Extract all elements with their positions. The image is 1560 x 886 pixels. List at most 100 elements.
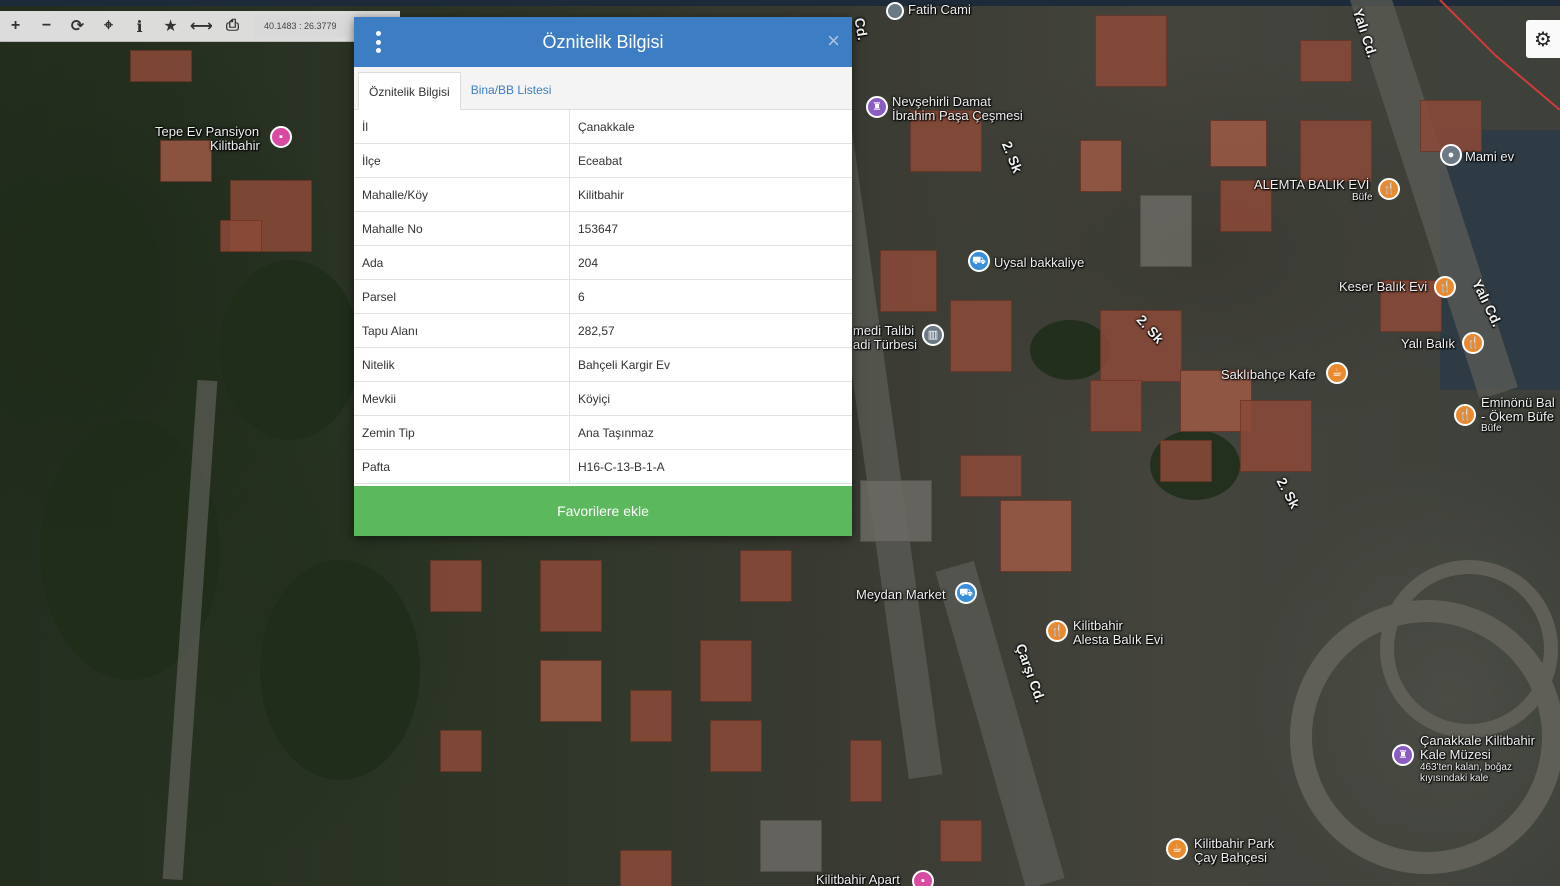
hotel-icon[interactable]: ▪ <box>912 870 934 886</box>
cafe-icon[interactable]: ☕ <box>1166 838 1188 860</box>
attribute-value: 282,57 <box>569 313 852 348</box>
attribute-value: H16-C-13-B-1-A <box>569 449 852 484</box>
poi-sublabel: - Ökem Büfe <box>1481 409 1554 424</box>
mosque-icon[interactable] <box>886 2 904 20</box>
map-building <box>1090 380 1142 432</box>
shopping-cart-icon[interactable]: ⛟ <box>968 250 990 272</box>
info-icon[interactable]: i <box>124 11 155 41</box>
refresh-icon[interactable]: ⟳ <box>62 11 93 41</box>
zoom-in-button[interactable]: + <box>0 11 31 41</box>
monument-icon[interactable]: ♜ <box>866 96 888 118</box>
poi-label[interactable]: Saklıbahçe Kafe <box>1221 368 1316 382</box>
attribute-key: Zemin Tip <box>354 415 570 450</box>
restaurant-icon[interactable]: 🍴 <box>1454 404 1476 426</box>
map-toolbar: + − ⟳ ⌖ i ★ ⟷ ⎙ 40.1483 : 26.3779 <box>0 11 400 42</box>
table-row: Zemin Tip Ana Taşınmaz <box>354 415 852 450</box>
map-building <box>950 300 1012 372</box>
table-row: İlçe Eceabat <box>354 143 852 178</box>
poi-label[interactable]: Eminönü Bal <box>1481 396 1555 410</box>
map-fortress <box>1380 560 1558 738</box>
attribute-dialog: Öznitelik Bilgisi × Öznitelik Bilgisi Bi… <box>354 17 852 536</box>
cafe-icon[interactable]: ☕ <box>1326 362 1348 384</box>
map-building <box>700 640 752 702</box>
map-building <box>160 140 212 182</box>
poi-description: kıyısındaki kale <box>1420 773 1489 784</box>
tab-attributes[interactable]: Öznitelik Bilgisi <box>358 72 461 110</box>
poi-label[interactable]: Tepe Ev Pansiyon <box>155 125 259 139</box>
map-building <box>1140 195 1192 267</box>
attribute-value: 204 <box>569 245 852 280</box>
road-label: 2. Sk <box>998 138 1026 176</box>
restaurant-icon[interactable]: 🍴 <box>1378 178 1400 200</box>
poi-label[interactable]: Kilitbahir Park <box>1194 837 1274 851</box>
attribute-key: İl <box>354 110 570 144</box>
map-building <box>860 480 932 542</box>
poi-label[interactable]: Yalı Balık <box>1401 337 1455 351</box>
poi-label[interactable]: Kilitbahir Apart <box>816 873 900 886</box>
poi-label[interactable]: Çanakkale Kilitbahir <box>1420 734 1535 748</box>
star-icon[interactable]: ★ <box>155 11 186 41</box>
attribute-value: Kilitbahir <box>569 177 852 212</box>
restaurant-icon[interactable]: 🍴 <box>1046 620 1068 642</box>
locate-icon[interactable]: ⌖ <box>93 11 124 41</box>
close-icon[interactable]: × <box>827 30 840 52</box>
poi-label[interactable]: medi Talibi <box>853 324 914 338</box>
measure-icon[interactable]: ⟷ <box>186 11 217 41</box>
map-building <box>1080 140 1122 192</box>
map-building <box>960 455 1022 497</box>
add-favorite-button[interactable]: Favorilere ekle <box>354 486 852 536</box>
map-building <box>740 550 792 602</box>
map-building <box>1300 120 1372 182</box>
map-building <box>1240 400 1312 472</box>
poi-sublabel: Büfe <box>1352 192 1373 203</box>
poi-label[interactable]: ALEMTA BALIK EVİ <box>1254 178 1369 192</box>
map-vegetation <box>1030 320 1110 380</box>
shopping-cart-icon[interactable]: ⛟ <box>955 582 977 604</box>
top-strip <box>0 0 1560 6</box>
dialog-header: Öznitelik Bilgisi × <box>354 17 852 67</box>
road-label: Cd. <box>851 16 872 42</box>
poi-description: 463'ten kalan, boğaz <box>1420 762 1512 773</box>
table-row: Mahalle No 153647 <box>354 211 852 246</box>
poi-label[interactable]: Mami ev <box>1465 150 1514 164</box>
poi-label[interactable]: Kilitbahir <box>1073 619 1123 633</box>
poi-label[interactable]: Nevşehirli Damat <box>892 95 991 109</box>
restaurant-icon[interactable]: 🍴 <box>1462 332 1484 354</box>
tab-building-list[interactable]: Bina/BB Listesi <box>461 71 562 109</box>
attribute-value: Eceabat <box>569 143 852 178</box>
hotel-icon[interactable]: ▪ <box>270 126 292 148</box>
road-label: 2. Sk <box>1273 474 1304 512</box>
coordinate-readout: 40.1483 : 26.3779 <box>254 15 347 37</box>
map-building <box>620 850 672 886</box>
table-row: İl Çanakkale <box>354 110 852 144</box>
table-row: Tapu Alanı 282,57 <box>354 313 852 348</box>
map-building <box>630 690 672 742</box>
kebab-menu-icon[interactable] <box>368 31 388 53</box>
poi-label[interactable]: Meydan Market <box>856 588 946 602</box>
attribute-value: Çanakkale <box>569 110 852 144</box>
dialog-title: Öznitelik Bilgisi <box>542 31 664 52</box>
poi-label[interactable]: Fatih Cami <box>908 3 971 17</box>
attribute-key: Nitelik <box>354 347 570 382</box>
poi-sublabel: Kale Müzesi <box>1420 747 1491 762</box>
road-label: Çarşı Cd. <box>1012 641 1049 705</box>
zoom-out-button[interactable]: − <box>31 11 62 41</box>
tomb-icon[interactable]: ▥ <box>922 324 944 346</box>
gear-icon[interactable]: ⚙ <box>1526 20 1560 58</box>
poi-sublabel: Çay Bahçesi <box>1194 850 1267 865</box>
poi-sublabel: adi Türbesi <box>853 337 918 352</box>
table-row: Nitelik Bahçeli Kargir Ev <box>354 347 852 382</box>
attribute-key: Tapu Alanı <box>354 313 570 348</box>
map-vegetation <box>260 560 420 780</box>
restaurant-icon[interactable]: 🍴 <box>1434 276 1456 298</box>
map-building <box>940 820 982 862</box>
place-icon[interactable]: ● <box>1440 144 1462 166</box>
map-building <box>760 820 822 872</box>
museum-icon[interactable]: ♜ <box>1392 744 1414 766</box>
map-building <box>540 560 602 632</box>
poi-label[interactable]: Keser Balık Evi <box>1339 280 1427 294</box>
map-building <box>220 220 262 252</box>
print-icon[interactable]: ⎙ <box>217 11 248 41</box>
poi-sublabel: Alesta Balık Evi <box>1073 632 1164 647</box>
poi-label[interactable]: Uysal bakkaliye <box>994 256 1084 270</box>
